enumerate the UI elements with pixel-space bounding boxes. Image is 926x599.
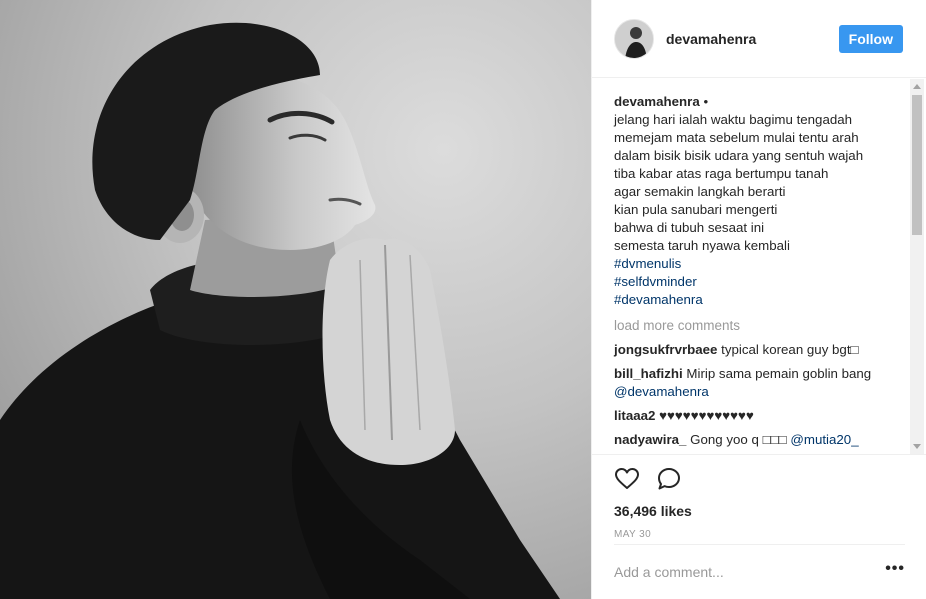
comment-text: typical korean guy bgt□ — [721, 342, 859, 357]
scroll-down-arrow-icon[interactable] — [913, 444, 921, 449]
follow-button[interactable]: Follow — [838, 24, 903, 53]
hashtag-link[interactable]: #selfdvminder — [614, 273, 899, 291]
comment: jongsukfrvrbaee typical korean guy bgt□ — [614, 341, 899, 359]
add-comment-bar: ••• — [614, 544, 905, 599]
caption-line: dalam bisik bisik udara yang sentuh waja… — [614, 148, 864, 163]
comments-scrollbar[interactable] — [910, 79, 924, 454]
post-actions: 36,496 likes MAY 30 — [592, 454, 926, 544]
comment-username[interactable]: nadyawira_ — [614, 432, 686, 447]
comment-text: Mirip sama pemain goblin bang — [686, 366, 872, 381]
comments-section: devamahenra • jelang hari ialah waktu ba… — [592, 79, 926, 454]
comment: nadyawira_ Gong yoo q □□□ @mutia20_ — [614, 431, 899, 449]
post-photo[interactable] — [0, 0, 591, 599]
caption-username[interactable]: devamahenra — [614, 94, 700, 109]
action-icons — [614, 465, 905, 493]
heart-icon[interactable] — [614, 466, 640, 492]
comment-text: Gong yoo q □□□ — [690, 432, 787, 447]
hashtag-link[interactable]: #devamahenra — [614, 291, 899, 309]
post-details-panel: devamahenra Follow devamahenra • jelang … — [591, 0, 926, 599]
instagram-post: devamahenra Follow devamahenra • jelang … — [0, 0, 926, 599]
caption-line: agar semakin langkah berarti — [614, 184, 786, 199]
comment-mention[interactable]: @mutia20_ — [790, 432, 858, 447]
avatar[interactable] — [614, 18, 654, 59]
scrollbar-thumb[interactable] — [912, 95, 922, 235]
caption-line: tiba kabar atas raga bertumpu tanah — [614, 166, 829, 181]
caption-line: memejam mata sebelum mulai tentu arah — [614, 130, 859, 145]
hashtag-link[interactable]: #dvmenulis — [614, 255, 899, 273]
post-date[interactable]: MAY 30 — [614, 529, 905, 540]
comment-text: ♥♥♥♥♥♥♥♥♥♥♥♥ — [659, 408, 754, 423]
scroll-up-arrow-icon[interactable] — [913, 84, 921, 89]
comment-mention[interactable]: @devamahenra — [614, 384, 709, 399]
comment-bubble-icon[interactable] — [656, 466, 682, 492]
more-options-icon[interactable]: ••• — [885, 560, 905, 584]
avatar-image — [615, 19, 653, 58]
header-username[interactable]: devamahenra — [666, 31, 839, 47]
comment-username[interactable]: jongsukfrvrbaee — [614, 342, 717, 357]
caption: devamahenra • jelang hari ialah waktu ba… — [614, 93, 899, 309]
comment-username[interactable]: litaaa2 — [614, 408, 655, 423]
load-more-comments-link[interactable]: load more comments — [614, 317, 899, 335]
caption-line: jelang hari ialah waktu bagimu tengadah — [614, 112, 853, 127]
comment: bill_hafizhi Mirip sama pemain goblin ba… — [614, 365, 899, 401]
photo-illustration — [0, 0, 591, 599]
post-header: devamahenra Follow — [592, 0, 926, 78]
caption-separator-dot: • — [699, 94, 709, 109]
caption-line: bahwa di tubuh sesaat ini — [614, 220, 765, 235]
comment-username[interactable]: bill_hafizhi — [614, 366, 683, 381]
caption-line: kian pula sanubari mengerti — [614, 202, 778, 217]
likes-count[interactable]: 36,496 likes — [614, 503, 905, 519]
caption-line: semesta taruh nyawa kembali — [614, 238, 790, 253]
comment: litaaa2 ♥♥♥♥♥♥♥♥♥♥♥♥ — [614, 407, 899, 425]
add-comment-input[interactable] — [614, 564, 886, 580]
